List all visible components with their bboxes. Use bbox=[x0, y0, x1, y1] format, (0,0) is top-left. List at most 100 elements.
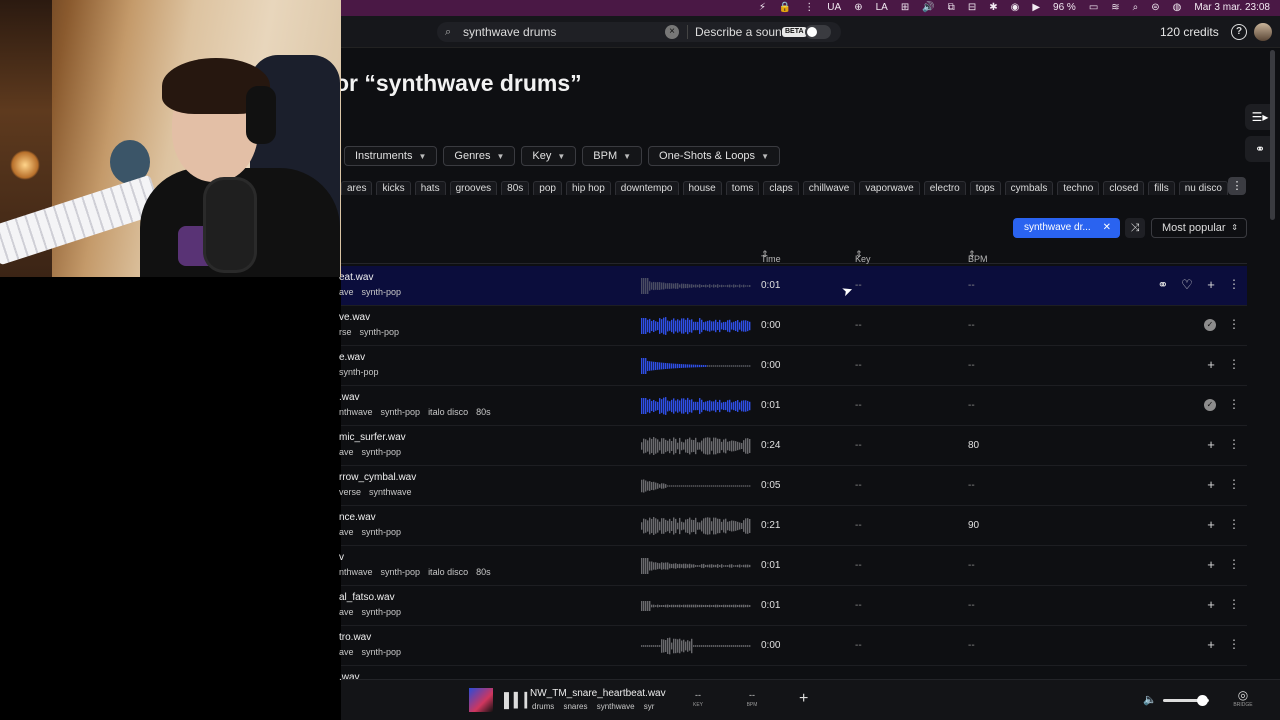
added-check-icon[interactable]: ✓ bbox=[1204, 319, 1216, 331]
table-row[interactable]: rrow_cymbal.wav verse synthwave 0:05 -- -- + ⋮ bbox=[339, 466, 1247, 506]
menubar-item[interactable]: LA bbox=[876, 0, 888, 16]
sample-filename[interactable]: eat.wav bbox=[339, 272, 373, 283]
tag-chip[interactable]: 80s bbox=[501, 181, 530, 195]
search-bar[interactable]: ⌕ synthwave drums × Describe a sound BET… bbox=[437, 22, 841, 42]
waveform[interactable] bbox=[641, 636, 751, 656]
more-options-icon[interactable]: ⋮ bbox=[1228, 477, 1240, 491]
menubar-item[interactable]: UA bbox=[827, 0, 841, 16]
tag-chip[interactable]: hats bbox=[414, 181, 446, 195]
table-row[interactable]: v nthwave synth-pop italo disco 80s 0:01 -- -- +… bbox=[339, 546, 1247, 586]
sample-tag[interactable]: synth-pop bbox=[362, 647, 402, 657]
menubar-item[interactable]: 🔒 bbox=[779, 0, 791, 16]
menubar-item[interactable]: ⊟ bbox=[968, 0, 976, 16]
more-options-icon[interactable]: ⋮ bbox=[1228, 557, 1240, 571]
shuffle-icon[interactable]: ⤨ bbox=[1125, 218, 1145, 238]
sample-filename[interactable]: e.wav bbox=[339, 352, 365, 363]
sample-tag[interactable]: ave bbox=[339, 527, 354, 537]
active-filter-chip[interactable]: synthwave dr... ✕ bbox=[1013, 218, 1120, 238]
tag-chip[interactable]: grooves bbox=[449, 181, 498, 195]
sample-tag[interactable]: synth-pop bbox=[362, 607, 402, 617]
sample-filename[interactable]: nce.wav bbox=[339, 512, 376, 523]
sample-filename[interactable]: tro.wav bbox=[339, 632, 371, 643]
more-options-icon[interactable]: ⋮ bbox=[1228, 357, 1240, 371]
waveform[interactable] bbox=[641, 476, 751, 496]
sample-filename[interactable]: rrow_cymbal.wav bbox=[339, 472, 416, 483]
player-tag[interactable]: drums bbox=[532, 702, 554, 711]
table-row[interactable]: tro.wav ave synth-pop 0:00 -- -- + ⋮ bbox=[339, 626, 1247, 666]
tag-chip[interactable]: ares bbox=[341, 181, 373, 195]
more-options-icon[interactable]: ⋮ bbox=[1228, 277, 1240, 291]
add-icon[interactable]: + bbox=[1203, 637, 1219, 653]
sample-tag[interactable]: synthwave bbox=[369, 487, 412, 497]
player-tag[interactable]: synthwave bbox=[597, 702, 635, 711]
sample-tag[interactable]: ave bbox=[339, 287, 354, 297]
sort-select[interactable]: Most popular ⇕ bbox=[1151, 218, 1247, 238]
tag-chip[interactable]: cymbals bbox=[1004, 181, 1054, 195]
sample-filename[interactable]: v bbox=[339, 552, 344, 563]
avatar[interactable] bbox=[1254, 23, 1272, 41]
battery-percent[interactable]: 96 % bbox=[1053, 0, 1076, 16]
filter-genres[interactable]: Genres ▼ bbox=[443, 146, 516, 166]
help-icon[interactable]: ? bbox=[1231, 24, 1247, 40]
waveform[interactable] bbox=[641, 516, 751, 536]
player-tag[interactable]: syr bbox=[644, 702, 655, 711]
filter-key[interactable]: Key ▼ bbox=[521, 146, 577, 166]
add-icon[interactable]: + bbox=[1203, 357, 1219, 373]
sample-tag[interactable]: nthwave bbox=[339, 567, 373, 577]
add-icon[interactable]: + bbox=[1203, 517, 1219, 533]
add-icon[interactable]: + bbox=[1203, 597, 1219, 613]
table-row[interactable]: mic_surfer.wav ave synth-pop 0:24 -- 80 + ⋮ bbox=[339, 426, 1247, 466]
similar-sounds-icon[interactable]: ⚭ bbox=[1155, 277, 1171, 293]
menubar-item[interactable]: ⋮ bbox=[804, 0, 814, 16]
more-options-icon[interactable]: ⋮ bbox=[1228, 597, 1240, 611]
menubar-item[interactable]: ⊕ bbox=[854, 0, 862, 16]
tag-chip[interactable]: vaporwave bbox=[859, 181, 920, 195]
tag-chip[interactable]: closed bbox=[1103, 181, 1145, 195]
sample-tag[interactable]: italo disco bbox=[428, 407, 468, 417]
sample-tag[interactable]: 80s bbox=[476, 567, 491, 577]
column-key[interactable]: Key ⇕ bbox=[855, 249, 871, 264]
table-row[interactable]: nce.wav ave synth-pop 0:21 -- 90 + ⋮ bbox=[339, 506, 1247, 546]
more-options-icon[interactable]: ⋮ bbox=[1228, 637, 1240, 651]
sample-tag[interactable]: synth-pop bbox=[362, 287, 402, 297]
more-options-icon[interactable]: ⋮ bbox=[1228, 317, 1240, 331]
tag-chip[interactable]: hip hop bbox=[565, 181, 611, 195]
add-icon[interactable]: + bbox=[799, 690, 808, 708]
sample-tag[interactable]: ave bbox=[339, 647, 354, 657]
tag-chip[interactable]: toms bbox=[725, 181, 760, 195]
sample-filename[interactable]: .wav bbox=[339, 392, 360, 403]
sample-tag[interactable]: verse bbox=[339, 487, 361, 497]
filter-bpm[interactable]: BPM ▼ bbox=[582, 146, 643, 166]
menubar-item[interactable]: ◉ bbox=[1011, 0, 1020, 16]
siri-icon[interactable]: ◍ bbox=[1173, 0, 1182, 16]
player-tag[interactable]: snares bbox=[563, 702, 587, 711]
table-row[interactable]: eat.wav ave synth-pop 0:01 -- -- ⚭ ♡ + ⋮ bbox=[339, 266, 1247, 306]
sample-tag[interactable]: nthwave bbox=[339, 407, 373, 417]
menubar-item[interactable]: ✱ bbox=[989, 0, 997, 16]
tag-chip[interactable]: claps bbox=[763, 181, 799, 195]
scrollbar[interactable] bbox=[1270, 50, 1275, 220]
column-time[interactable]: Time ⇕ bbox=[761, 249, 781, 264]
close-icon[interactable]: ✕ bbox=[1103, 218, 1111, 238]
tag-chip[interactable]: nu disco bbox=[1178, 181, 1228, 195]
search-input[interactable]: synthwave drums bbox=[463, 25, 663, 39]
add-icon[interactable]: + bbox=[1203, 437, 1219, 453]
menubar-item[interactable]: 🔊 bbox=[922, 0, 934, 16]
column-bpm[interactable]: BPM ⇕ bbox=[968, 249, 988, 264]
tag-chip[interactable]: tops bbox=[969, 181, 1001, 195]
add-icon[interactable]: + bbox=[1203, 277, 1219, 293]
tag-chip[interactable]: chillwave bbox=[802, 181, 856, 195]
sample-tag[interactable]: 80s bbox=[476, 407, 491, 417]
sample-tag[interactable]: ave bbox=[339, 607, 354, 617]
volume-knob[interactable] bbox=[1197, 695, 1209, 706]
sample-tag[interactable]: italo disco bbox=[428, 567, 468, 577]
sample-filename[interactable]: ve.wav bbox=[339, 312, 370, 323]
tag-chip[interactable]: house bbox=[682, 181, 722, 195]
tag-chip[interactable]: pop bbox=[533, 181, 562, 195]
tag-chip[interactable]: techno bbox=[1057, 181, 1100, 195]
sample-tag[interactable]: rse bbox=[339, 327, 352, 337]
tag-chip[interactable]: fills bbox=[1148, 181, 1175, 195]
more-options-icon[interactable]: ⋮ bbox=[1228, 517, 1240, 531]
more-options-icon[interactable]: ⋮ bbox=[1228, 397, 1240, 411]
sample-cover-art[interactable] bbox=[469, 688, 493, 712]
